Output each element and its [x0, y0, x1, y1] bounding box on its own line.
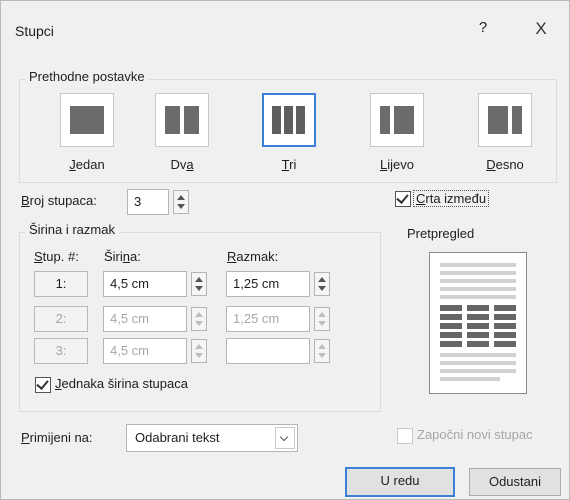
close-icon: X [535, 19, 547, 38]
new-column-checkbox [397, 428, 413, 444]
preset-label: Dva [170, 157, 194, 172]
arrow-down-icon [195, 286, 203, 291]
column-3-width-spinner [191, 339, 207, 363]
checkmark-icon [396, 191, 409, 204]
column-count-label: Broj stupaca: [21, 193, 97, 208]
checkmark-icon [36, 377, 49, 390]
column-1-spacing-spinner[interactable] [314, 272, 330, 296]
arrow-up-icon [195, 277, 203, 282]
equal-width-checkbox[interactable] [35, 377, 51, 393]
preset-label: Lijevo [380, 157, 414, 172]
help-button[interactable]: ? [473, 19, 493, 41]
column-count-spinner[interactable] [173, 190, 189, 214]
chevron-down-icon [275, 427, 295, 449]
column-2-spacing-spinner [314, 307, 330, 331]
left-column-icon [380, 106, 414, 134]
columns-dialog: Stupci ? X Prethodne postavke Jedan Dva [0, 0, 570, 500]
column-3-width-input: 4,5 cm [103, 338, 187, 364]
dialog-title: Stupci [15, 23, 54, 39]
preview-page [429, 252, 527, 394]
width-spacing-group-label: Širina i razmak [25, 222, 119, 237]
arrow-down-icon [318, 321, 326, 326]
arrow-up-icon [318, 344, 326, 349]
column-3-spacing-spinner [314, 339, 330, 363]
column-number-2: 2: [34, 306, 88, 332]
column-3-spacing-input [226, 338, 310, 364]
apply-to-select[interactable]: Odabrani tekst [126, 424, 298, 452]
three-columns-icon [272, 106, 305, 134]
preset-label: Tri [281, 157, 297, 172]
preset-one[interactable]: Jedan [51, 93, 123, 172]
apply-to-label: Primijeni na: [21, 430, 93, 445]
arrow-up-icon [318, 277, 326, 282]
new-column-label: Započni novi stupac [417, 427, 533, 442]
column-number-1: 1: [34, 271, 88, 297]
column-number-3: 3: [34, 338, 88, 364]
preset-right[interactable]: Desno [469, 93, 541, 172]
header-col: Stup. #: [34, 249, 79, 264]
right-column-icon [488, 106, 522, 134]
arrow-up-icon [195, 344, 203, 349]
ok-button[interactable]: U redu [345, 467, 455, 497]
line-between-checkbox[interactable] [395, 191, 411, 207]
preset-label: Desno [486, 157, 524, 172]
column-2-width-input: 4,5 cm [103, 306, 187, 332]
column-1-spacing-input[interactable]: 1,25 cm [226, 271, 310, 297]
arrow-down-icon [195, 353, 203, 358]
preset-three[interactable]: Tri [253, 93, 325, 172]
close-button[interactable]: X [529, 17, 553, 41]
cancel-button[interactable]: Odustani [469, 468, 561, 496]
column-2-spacing-input: 1,25 cm [226, 306, 310, 332]
line-between-label: Crta između [413, 190, 490, 207]
header-spacing: Razmak: [227, 249, 279, 264]
preset-two[interactable]: Dva [146, 93, 218, 172]
header-width: Širina: [104, 249, 141, 264]
one-column-icon [70, 106, 104, 134]
arrow-down-icon [177, 204, 185, 209]
column-count-input[interactable]: 3 [127, 189, 169, 215]
arrow-down-icon [318, 353, 326, 358]
arrow-up-icon [318, 312, 326, 317]
column-1-width-spinner[interactable] [191, 272, 207, 296]
arrow-up-icon [177, 195, 185, 200]
preview-label: Pretpregled [407, 226, 475, 241]
preset-left[interactable]: Lijevo [361, 93, 433, 172]
preset-label: Jedan [69, 157, 105, 172]
column-2-width-spinner [191, 307, 207, 331]
equal-width-label: Jednaka širina stupaca [55, 376, 188, 391]
arrow-down-icon [195, 321, 203, 326]
two-columns-icon [165, 106, 199, 134]
column-1-width-input[interactable]: 4,5 cm [103, 271, 187, 297]
arrow-down-icon [318, 286, 326, 291]
presets-group-label: Prethodne postavke [25, 69, 149, 84]
help-icon: ? [478, 19, 488, 36]
arrow-up-icon [195, 312, 203, 317]
